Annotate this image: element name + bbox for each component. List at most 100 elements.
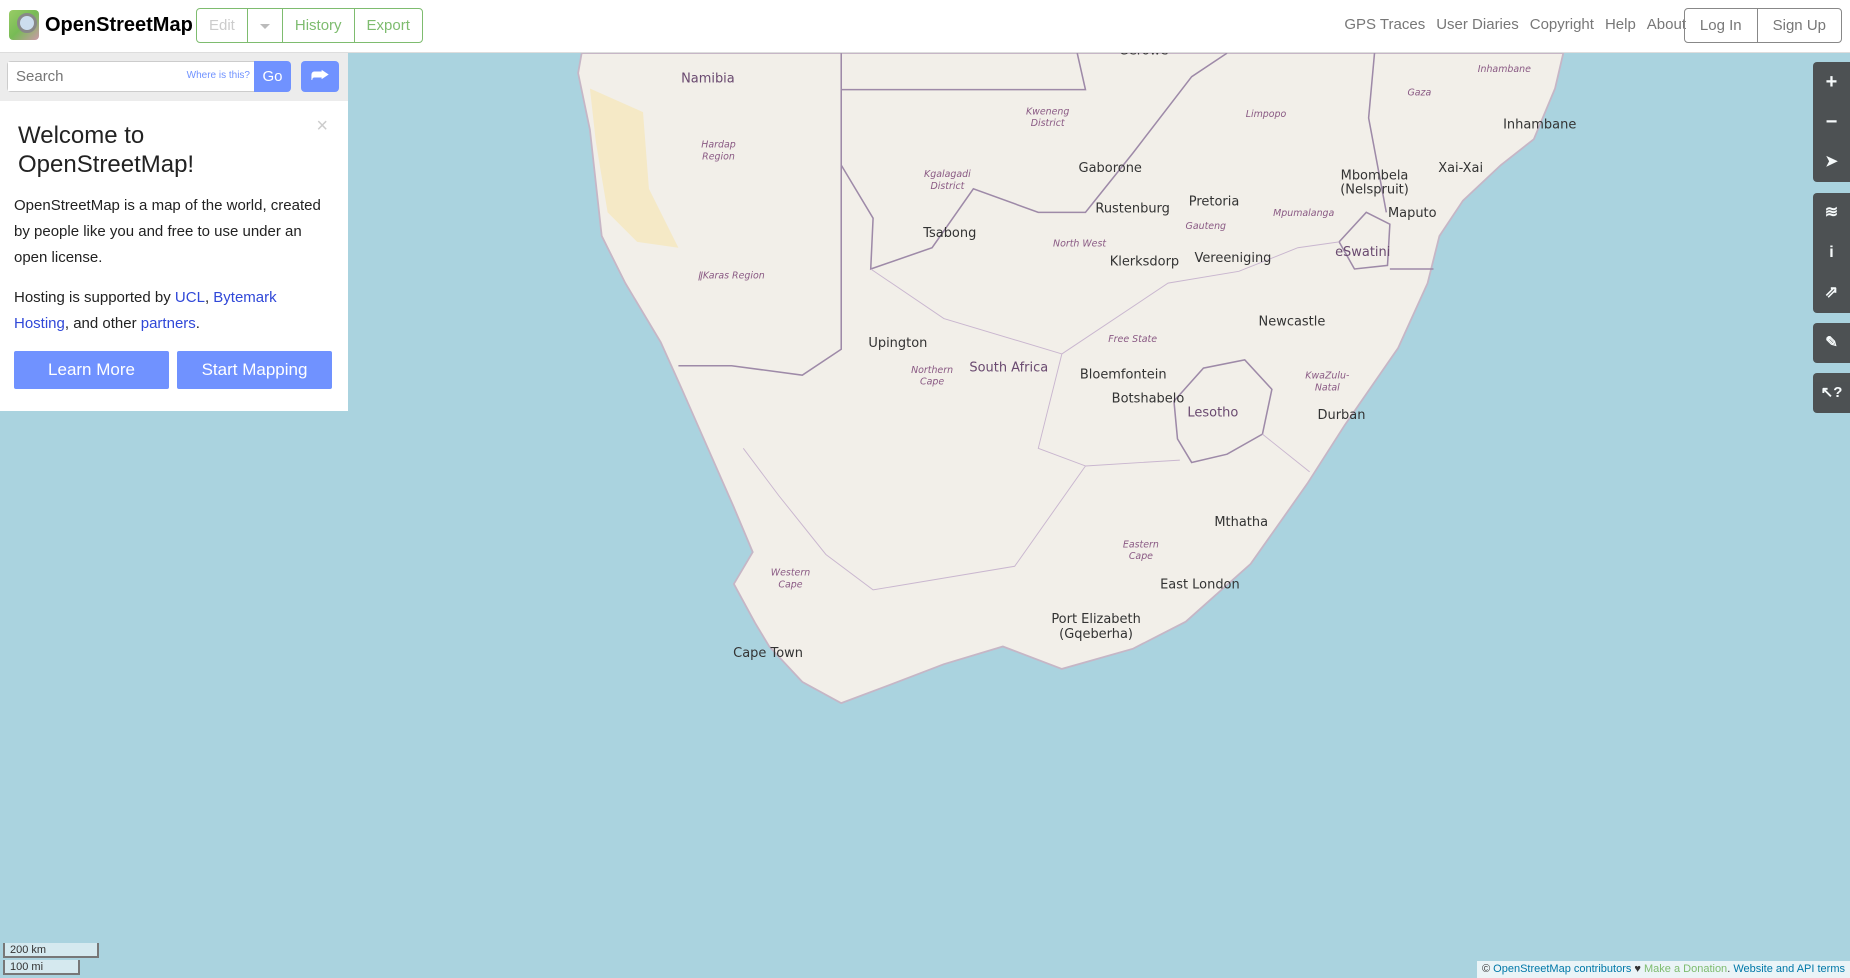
map-label: Port Elizabeth <box>1051 612 1141 627</box>
close-icon[interactable]: × <box>316 115 328 138</box>
map-label: Northern <box>911 365 953 376</box>
map-label: Xai-Xai <box>1438 161 1483 176</box>
welcome-title: Welcome to OpenStreetMap! <box>18 122 195 178</box>
map-label: Gaborone <box>1079 161 1142 176</box>
map-label: Eastern <box>1123 539 1159 550</box>
nav-help[interactable]: Help <box>1605 16 1636 33</box>
query-features-button[interactable]: ↖? <box>1813 373 1850 413</box>
directions-button[interactable]: ⮫ <box>301 61 339 92</box>
search-go-button[interactable]: Go <box>254 61 291 92</box>
terms-link[interactable]: Website and API terms <box>1733 963 1845 975</box>
map-label: Rustenburg <box>1095 201 1169 216</box>
search-field: Where is this? <box>7 61 255 92</box>
map-label: East London <box>1160 578 1240 593</box>
map-tool-controls: ≋ i ⇗ <box>1813 193 1850 313</box>
zoom-controls: + − ➤ <box>1813 62 1850 182</box>
map-label: Western <box>771 568 810 579</box>
search-bar: Where is this? Go ⮫ <box>0 53 348 101</box>
map-label: Vereeniging <box>1194 251 1271 266</box>
map-label: Inhambane <box>1503 118 1576 133</box>
hosting-end: . <box>195 315 200 332</box>
map-label: Limpopo <box>1246 109 1287 120</box>
edit-button[interactable]: Edit <box>197 9 248 42</box>
nav-user-diaries[interactable]: User Diaries <box>1436 16 1519 33</box>
ucl-link[interactable]: UCL <box>175 289 205 306</box>
map-label: Region <box>702 151 735 162</box>
attribution: © OpenStreetMap contributors ♥ Make a Do… <box>1477 961 1850 978</box>
copyright-symbol: © <box>1482 963 1494 975</box>
map-label: Natal <box>1315 382 1340 393</box>
edit-dropdown-button[interactable] <box>248 9 283 42</box>
hosting-mid: , and other <box>64 315 141 332</box>
brand-logo[interactable]: OpenStreetMap <box>9 10 193 40</box>
map-label: South Africa <box>969 361 1048 376</box>
history-button[interactable]: History <box>283 9 355 42</box>
map-label: Cape <box>1129 551 1153 562</box>
welcome-panel: × Welcome to OpenStreetMap! OpenStreetMa… <box>0 101 348 411</box>
search-input[interactable] <box>8 62 158 91</box>
map-label: eSwatini <box>1335 245 1390 260</box>
top-header: OpenStreetMap Edit History Export GPS Tr… <box>0 0 1850 53</box>
partners-link[interactable]: partners <box>141 315 196 332</box>
scale-km: 200 km <box>3 943 99 958</box>
scale-mi: 100 mi <box>3 960 80 975</box>
map-label: Cape <box>920 377 944 388</box>
map-label: District <box>930 181 964 192</box>
edit-button-group: Edit History Export <box>196 8 423 43</box>
locate-button[interactable]: ➤ <box>1813 142 1850 182</box>
map-label: Cape Town <box>733 646 803 661</box>
map-label: KwaZulu- <box>1305 371 1350 382</box>
auth-buttons: Log In Sign Up <box>1683 8 1842 43</box>
note-control: ✎ <box>1813 323 1850 363</box>
share-button[interactable]: ⇗ <box>1813 273 1850 313</box>
map-label: Durban <box>1318 408 1366 423</box>
map-label: Tsabong <box>922 226 976 241</box>
nav-gps-traces[interactable]: GPS Traces <box>1344 16 1425 33</box>
start-mapping-button[interactable]: Start Mapping <box>177 351 332 389</box>
map-label: District <box>1031 118 1065 129</box>
map-label: Botshabelo <box>1112 391 1185 406</box>
zoom-out-button[interactable]: − <box>1813 102 1850 142</box>
map-label: Cape <box>778 580 802 591</box>
map-label: Klerksdorp <box>1110 254 1179 269</box>
hosting-prefix: Hosting is supported by <box>14 289 175 306</box>
learn-more-button[interactable]: Learn More <box>14 351 169 389</box>
map-label: Newcastle <box>1259 315 1326 330</box>
welcome-intro: OpenStreetMap is a map of the world, cre… <box>14 197 321 266</box>
map-label: (Nelspruit) <box>1340 182 1409 197</box>
nav-about[interactable]: About <box>1647 16 1686 33</box>
map-data-button[interactable]: i <box>1813 233 1850 273</box>
directions-icon: ⮫ <box>310 65 330 87</box>
map-label: North West <box>1053 239 1106 250</box>
hosting-text: Hosting is supported by UCL, Bytemark Ho… <box>14 285 334 337</box>
secondary-nav: GPS Traces User Diaries Copyright Help A… <box>1344 16 1686 33</box>
map-label: ǁKaras Region <box>698 270 765 281</box>
export-button[interactable]: Export <box>355 9 422 42</box>
map-label: Upington <box>868 336 927 351</box>
brand-name: OpenStreetMap <box>45 13 193 36</box>
map-label: Gauteng <box>1186 221 1227 232</box>
caret-down-icon <box>259 23 270 29</box>
map-label: Mpumalanga <box>1273 208 1334 219</box>
layers-button[interactable]: ≋ <box>1813 193 1850 233</box>
login-button[interactable]: Log In <box>1685 9 1758 42</box>
osm-contributors-link[interactable]: OpenStreetMap contributors <box>1493 963 1631 975</box>
map-label: Kweneng <box>1026 106 1069 117</box>
where-is-this-link[interactable]: Where is this? <box>187 70 250 81</box>
donate-link[interactable]: Make a Donation <box>1644 963 1727 975</box>
map-label: Kgalagadi <box>924 169 971 180</box>
map-label: Mthatha <box>1214 515 1268 530</box>
signup-button[interactable]: Sign Up <box>1758 9 1841 42</box>
nav-copyright[interactable]: Copyright <box>1530 16 1594 33</box>
query-control: ↖? <box>1813 373 1850 413</box>
map-label: Pretoria <box>1189 194 1240 209</box>
map-label: Free State <box>1108 334 1157 345</box>
map-label: (Gqeberha) <box>1059 627 1133 642</box>
map-label: Maputo <box>1388 206 1437 221</box>
map-label: Namibia <box>681 72 735 87</box>
map-label: Lesotho <box>1187 405 1238 420</box>
add-note-button[interactable]: ✎ <box>1813 323 1850 363</box>
heart-icon: ♥ <box>1631 963 1645 975</box>
map-label: Bloemfontein <box>1080 368 1167 383</box>
zoom-in-button[interactable]: + <box>1813 62 1850 102</box>
